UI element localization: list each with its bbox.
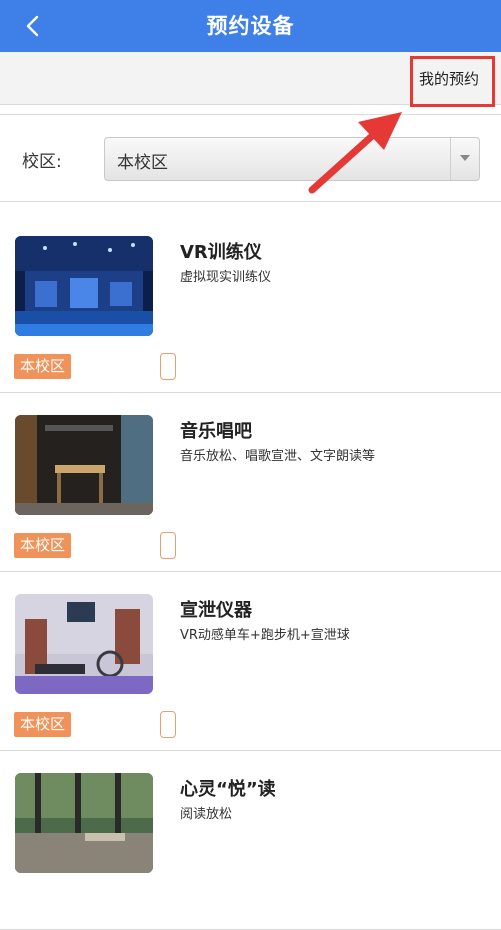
reading-room-image: [15, 773, 153, 873]
campus-select[interactable]: 本校区: [104, 137, 480, 181]
device-description: 音乐放松、唱歌宣泄、文字朗读等: [180, 449, 376, 464]
music-booth-image: [15, 415, 153, 515]
dropdown-arrow-icon: [450, 138, 479, 180]
campus-tag: 本校区: [14, 712, 72, 737]
campus-select-value: 本校区: [117, 153, 168, 173]
device-description: VR动感单车+跑步机+宣泄球: [180, 628, 350, 643]
device-name: 宣泄仪器: [180, 600, 252, 621]
page-title: 预约设备: [206, 14, 295, 38]
my-reservations-link[interactable]: 我的预约: [411, 60, 487, 98]
device-name: VR训练仪: [180, 242, 262, 263]
device-name: 音乐唱吧: [180, 421, 252, 442]
device-item[interactable]: VR训练仪 虚拟现实训练仪 本校区: [0, 214, 501, 393]
select-checkbox[interactable]: [160, 353, 176, 380]
vent-equipment-image: [15, 594, 153, 694]
vr-trainer-image: [15, 236, 153, 336]
campus-label: 校区:: [22, 152, 62, 172]
toolbar: 我的预约: [0, 52, 501, 105]
app-header: 预约设备: [0, 0, 501, 52]
campus-tag: 本校区: [14, 354, 72, 379]
select-checkbox[interactable]: [160, 711, 176, 738]
campus-filter: 校区: 本校区: [0, 114, 501, 202]
device-item[interactable]: 音乐唱吧 音乐放松、唱歌宣泄、文字朗读等 本校区: [0, 393, 501, 572]
device-description: 阅读放松: [180, 807, 233, 822]
select-checkbox[interactable]: [160, 532, 176, 559]
device-item[interactable]: 心灵“悦”读 阅读放松: [0, 751, 501, 930]
campus-tag: 本校区: [14, 533, 72, 558]
device-item[interactable]: 宣泄仪器 VR动感单车+跑步机+宣泄球 本校区: [0, 572, 501, 751]
device-list: VR训练仪 虚拟现实训练仪 本校区 音乐唱吧 音乐放松、唱歌宣泄、文字朗读等 本…: [0, 214, 501, 930]
device-description: 虚拟现实训练仪: [180, 270, 272, 285]
device-name: 心灵“悦”读: [180, 779, 276, 800]
